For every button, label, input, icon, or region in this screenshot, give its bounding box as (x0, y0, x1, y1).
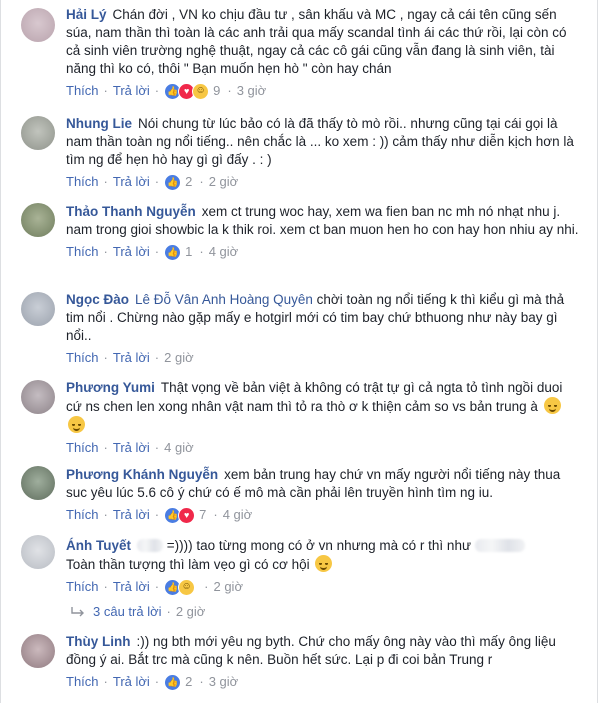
comment-body: Thùy Linh:)) ng bth mới yêu ng byth. Chứ… (66, 634, 556, 691)
replies-time: 2 giờ (175, 604, 206, 619)
reaction-count[interactable]: 1 (185, 243, 192, 261)
reaction-icons[interactable]: 👍 ☺ (164, 578, 196, 596)
like-reaction-icon: 👍 (164, 243, 182, 261)
reaction-icons[interactable]: 👍 (164, 243, 182, 261)
reaction-count[interactable]: 2 (185, 173, 192, 191)
comment-time[interactable]: 4 giờ (223, 506, 253, 524)
avatar[interactable] (21, 292, 55, 326)
comment-author[interactable]: Thùy Linh (66, 634, 131, 649)
like-link[interactable]: Thích (66, 578, 99, 596)
reply-link[interactable]: Trả lời (113, 349, 150, 367)
avatar[interactable] (21, 466, 55, 500)
comment-body: Phương Khánh Nguyễn xem bản trung hay chứ… (66, 467, 561, 524)
comment-author[interactable]: Ánh Tuyết (66, 538, 131, 553)
comment-author[interactable]: Ngọc Đào (66, 292, 129, 307)
comment-author[interactable]: Thảo Thanh Nguyễn (66, 204, 196, 219)
comment-body: Thảo Thanh Nguyễn xem ct trung woc hay, x… (66, 204, 579, 261)
love-reaction-icon: ♥ (178, 506, 196, 524)
like-reaction-icon: 👍 (164, 173, 182, 191)
like-link[interactable]: Thích (66, 82, 99, 100)
reply-arrow-icon (71, 606, 84, 616)
redacted-text (474, 539, 525, 552)
reply-link[interactable]: Trả lời (113, 173, 150, 191)
haha-reaction-icon: ☺ (192, 82, 210, 100)
relieved-emoji-icon (68, 416, 85, 433)
comment-author[interactable]: Hải Lý (66, 7, 107, 22)
avatar[interactable] (21, 116, 55, 150)
comment-time[interactable]: 2 giờ (164, 349, 194, 367)
reply-link[interactable]: Trả lời (113, 673, 150, 691)
like-link[interactable]: Thích (66, 243, 99, 261)
avatar[interactable] (21, 535, 55, 569)
avatar[interactable] (21, 634, 55, 668)
like-link[interactable]: Thích (66, 673, 99, 691)
comment-text: Chán đời , VN ko chịu đầu tư , sân khấu … (66, 7, 567, 76)
like-link[interactable]: Thích (66, 173, 99, 191)
reaction-icons[interactable]: 👍 (164, 173, 182, 191)
comment-time[interactable]: 2 giờ (209, 173, 239, 191)
tagged-user[interactable]: Lê Đỗ Vân Anh Hoàng Quyên (135, 292, 313, 307)
comment-time[interactable]: 3 giờ (209, 673, 239, 691)
comment-body: Ánh Tuyết =)))) tao từng mong có ở vn nh… (66, 537, 579, 596)
reply-link[interactable]: Trả lời (113, 82, 150, 100)
reply-link[interactable]: Trả lời (113, 578, 150, 596)
comment-time[interactable]: 2 giờ (213, 578, 243, 596)
comment-text: :)) ng bth mới yêu ng byth. Chứ cho mấy … (66, 634, 556, 667)
comment-time[interactable]: 3 giờ (237, 82, 267, 100)
comment-text: =)))) tao từng mong có ở vn nhưng mà có … (166, 538, 471, 553)
view-replies[interactable]: 3 câu trả lời · 2 giờ (71, 604, 205, 619)
haha-reaction-icon: ☺ (178, 578, 196, 596)
like-reaction-icon: 👍 (164, 673, 182, 691)
comment-text: Nói chung từ lúc bảo có là đã thấy tò mò… (66, 116, 574, 167)
relieved-emoji-icon (543, 397, 561, 414)
comment-author[interactable]: Nhung Lie (66, 116, 132, 131)
reply-link[interactable]: Trả lời (113, 439, 150, 457)
comment-thread: Hải Lý Chán đời , VN ko chịu đầu tư , sân… (0, 0, 598, 703)
like-link[interactable]: Thích (66, 439, 99, 457)
comment-body: Nhung Lie Nói chung từ lúc bảo có là đã t… (66, 116, 574, 191)
comment-time[interactable]: 4 giờ (164, 439, 194, 457)
reply-link[interactable]: Trả lời (113, 243, 150, 261)
reaction-count[interactable]: 2 (185, 673, 192, 691)
avatar[interactable] (21, 203, 55, 237)
like-link[interactable]: Thích (66, 506, 99, 524)
avatar[interactable] (21, 380, 55, 414)
comment-body: Ngọc Đào Lê Đỗ Vân Anh Hoàng Quyên chời t… (66, 292, 565, 367)
reaction-icons[interactable]: 👍 (164, 673, 182, 691)
avatar[interactable] (21, 8, 55, 42)
comment-body: Hải Lý Chán đời , VN ko chịu đầu tư , sân… (66, 6, 579, 100)
reaction-count[interactable]: 9 (213, 82, 220, 100)
reaction-icons[interactable]: 👍 ♥ ☺ (164, 82, 210, 100)
comment-time[interactable]: 4 giờ (209, 243, 239, 261)
reaction-icons[interactable]: 👍 ♥ (164, 506, 196, 524)
comment-author[interactable]: Phương Khánh Nguyễn (66, 467, 218, 482)
reaction-count[interactable]: 7 (199, 506, 206, 524)
smile-emoji-icon (315, 555, 333, 572)
replies-count-link[interactable]: 3 câu trả lời (93, 604, 162, 619)
comment-author[interactable]: Phương Yumi (66, 380, 155, 395)
like-link[interactable]: Thích (66, 349, 99, 367)
comment-text-line-2: Toàn thần tượng thì làm vẹo gì có cơ hội (66, 557, 310, 572)
reply-link[interactable]: Trả lời (113, 506, 150, 524)
redacted-name (137, 539, 163, 552)
comment-body: Phương Yumi Thật vọng về bản việt à không… (66, 380, 563, 457)
comment-actions: Thích · Trả lời · 👍 ♥ ☺ 9 · 3 giờ (66, 82, 267, 100)
